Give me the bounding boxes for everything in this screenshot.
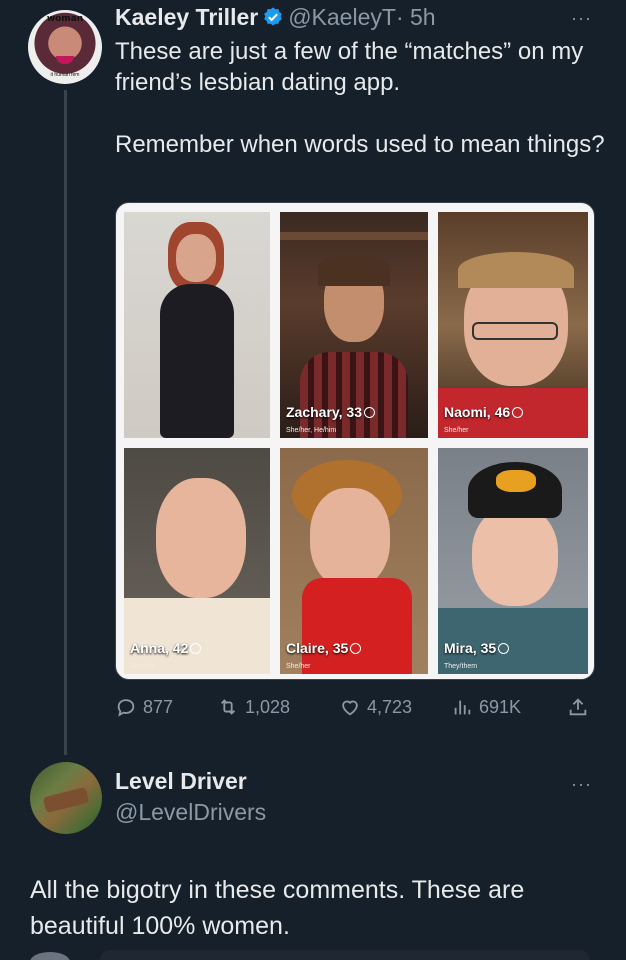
profile-verified-icon bbox=[190, 643, 202, 654]
profile-verified-icon bbox=[364, 407, 376, 418]
like-count: 4,723 bbox=[367, 696, 413, 717]
profile-verified-icon bbox=[498, 643, 510, 654]
profile-verified-icon bbox=[512, 407, 524, 418]
like-icon bbox=[342, 700, 358, 716]
profile-pronouns-6: They/them bbox=[444, 663, 478, 670]
retweet-count: 1,028 bbox=[245, 696, 291, 717]
more-options-button[interactable]: ··· bbox=[571, 8, 592, 29]
reply-icon bbox=[117, 699, 135, 717]
profile-name-3: Naomi, 46 bbox=[444, 404, 511, 420]
profile-pronouns-5: She/her bbox=[286, 663, 311, 670]
top-shape bbox=[302, 578, 412, 674]
tweet-media[interactable]: Zachary, 33 She/her, He/him Naomi, 46 Sh… bbox=[115, 202, 595, 680]
profile-photo-5[interactable]: Claire, 35 She/her bbox=[280, 448, 428, 674]
profile-photo-6[interactable]: Mira, 35 They/them bbox=[438, 448, 588, 674]
views-icon bbox=[454, 700, 471, 715]
reply-author-avatar[interactable] bbox=[30, 762, 102, 834]
share-button[interactable] bbox=[567, 696, 589, 718]
avatar-label-top: woman bbox=[46, 14, 84, 24]
profile-photo-4[interactable]: Anna, 42 She/her bbox=[124, 448, 270, 674]
profile-photo-2[interactable]: Zachary, 33 She/her, He/him bbox=[280, 212, 428, 438]
shelf-shape bbox=[280, 232, 428, 240]
profile-caption-3: Naomi, 46 bbox=[444, 404, 524, 420]
profile-caption-6: Mira, 35 bbox=[444, 640, 510, 656]
reply-button[interactable]: 877 bbox=[115, 696, 173, 718]
profile-caption-2: Zachary, 33 bbox=[286, 404, 376, 420]
face-shape bbox=[472, 506, 558, 606]
profile-name-4: Anna, 42 bbox=[130, 640, 189, 656]
reply-author-handle[interactable]: @LevelDrivers bbox=[115, 799, 266, 826]
thread-line bbox=[64, 90, 67, 755]
avatar-label-bottom: it human fem bbox=[50, 72, 80, 78]
profile-pronouns-2: She/her, He/him bbox=[286, 427, 337, 434]
tweet-header: Kaeley Triller @KaeleyT· 5h bbox=[115, 4, 436, 31]
profile-photo-3[interactable]: Naomi, 46 She/her bbox=[438, 212, 588, 438]
tweet-text-paragraph-2: Remember when words used to mean things? bbox=[115, 131, 605, 158]
avatar-car-shape bbox=[42, 786, 90, 814]
tweet-time[interactable]: · 5h bbox=[396, 4, 436, 30]
reply-input-partial[interactable] bbox=[100, 950, 590, 960]
tweet-actions: 877 1,028 4,723 691K bbox=[115, 696, 605, 724]
tweet-text-paragraph-1: These are just a few of the “matches” on… bbox=[115, 38, 584, 96]
hair-shape bbox=[458, 252, 574, 288]
profile-name-2: Zachary, 33 bbox=[286, 404, 363, 420]
author-avatar[interactable]: woman it human fem bbox=[28, 10, 102, 84]
hair-shape bbox=[318, 256, 390, 286]
retweet-icon bbox=[220, 699, 236, 715]
like-button[interactable]: 4,723 bbox=[339, 696, 412, 718]
retweet-button[interactable]: 1,028 bbox=[217, 696, 290, 718]
views-count: 691K bbox=[479, 696, 522, 717]
share-icon bbox=[569, 698, 587, 716]
next-avatar-partial bbox=[30, 952, 70, 960]
profile-name-5: Claire, 35 bbox=[286, 640, 349, 656]
face-shape bbox=[156, 478, 246, 598]
glasses-shape bbox=[472, 322, 558, 340]
profile-caption-5: Claire, 35 bbox=[286, 640, 362, 656]
profile-pronouns-3: She/her bbox=[444, 427, 469, 434]
reply-author-name[interactable]: Level Driver bbox=[115, 768, 247, 795]
verified-icon bbox=[264, 7, 283, 26]
face-shape bbox=[310, 488, 390, 588]
reply-more-options-button[interactable]: ··· bbox=[571, 774, 592, 795]
author-handle[interactable]: @KaeleyT bbox=[288, 4, 396, 30]
profile-name-6: Mira, 35 bbox=[444, 640, 497, 656]
profile-verified-icon bbox=[350, 643, 362, 654]
shirt-shape bbox=[300, 352, 408, 438]
profile-photo-1[interactable] bbox=[124, 212, 270, 438]
tweet-text: These are just a few of the “matches” on… bbox=[115, 36, 605, 160]
author-name[interactable]: Kaeley Triller bbox=[115, 4, 258, 30]
face-shape bbox=[176, 234, 216, 282]
profile-pronouns-4: She/her bbox=[130, 663, 155, 670]
beanie-flame-shape bbox=[496, 470, 536, 492]
reply-count: 877 bbox=[143, 696, 174, 717]
views-button[interactable]: 691K bbox=[451, 696, 521, 718]
profile-caption-4: Anna, 42 bbox=[130, 640, 202, 656]
reply-text: All the bigotry in these comments. These… bbox=[30, 876, 525, 940]
avatar-mouth bbox=[56, 56, 74, 64]
dress-shape bbox=[160, 284, 234, 438]
